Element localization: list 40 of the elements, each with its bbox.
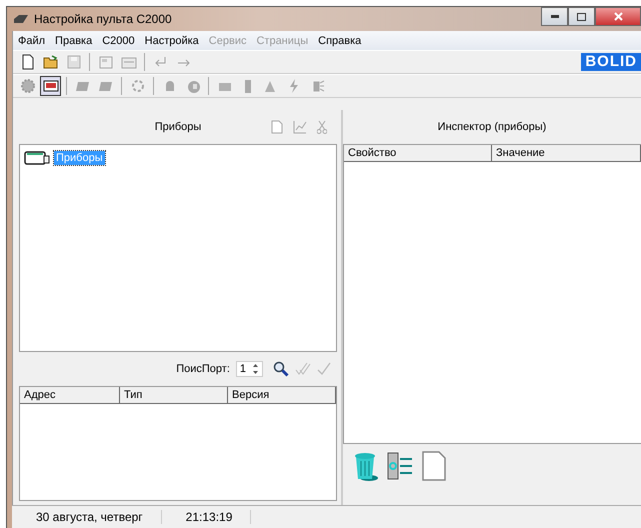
chart-icon[interactable] <box>293 120 307 134</box>
port-spinner[interactable]: 1 <box>236 361 263 377</box>
monitor-button[interactable] <box>40 76 61 96</box>
folder-icon <box>42 54 58 70</box>
menu-item[interactable]: С2000 <box>97 34 140 46</box>
column-header[interactable]: Версия <box>228 387 336 403</box>
menu-item[interactable]: Файл <box>13 34 50 46</box>
double-check-icon[interactable] <box>295 362 311 376</box>
panel-title: Приборы <box>154 121 202 133</box>
monitor-icon <box>42 78 58 94</box>
minimize-icon <box>550 15 558 18</box>
document-icon[interactable] <box>421 450 447 482</box>
cycle-icon <box>130 78 146 94</box>
search-icon[interactable] <box>273 361 289 377</box>
status-text: 30 августа, четверг <box>12 510 162 524</box>
menu-item[interactable]: Правка <box>50 34 98 46</box>
panel-title: Инспектор (приборы) <box>438 121 546 133</box>
column-header[interactable]: Свойство <box>344 145 492 161</box>
menu-item[interactable]: Справка <box>313 34 366 46</box>
document-icon <box>20 54 36 70</box>
close-button[interactable] <box>595 7 641 26</box>
scissors-icon[interactable] <box>317 120 327 134</box>
logo: BOLID <box>581 53 641 71</box>
gear-icon <box>20 78 36 94</box>
menu-item[interactable]: Настройка <box>140 34 204 46</box>
spinner-arrows-icon[interactable] <box>252 363 259 375</box>
check-icon[interactable] <box>317 362 331 376</box>
maximize-icon <box>577 12 586 20</box>
document-icon[interactable] <box>271 120 283 134</box>
status-text: 21:13:19 <box>162 510 252 524</box>
port-label: Порт: <box>202 363 230 375</box>
column-header[interactable]: Значение <box>492 145 641 161</box>
window-title: Настройка пульта С2000 <box>34 12 172 26</box>
column-header[interactable]: Тип <box>120 387 228 403</box>
column-header[interactable]: Адрес <box>20 387 120 403</box>
search-label: Поис <box>176 363 202 375</box>
minimize-button[interactable] <box>541 7 568 26</box>
maximize-button[interactable] <box>568 7 595 26</box>
close-icon <box>614 12 622 21</box>
trash-can-icon[interactable] <box>353 450 379 482</box>
